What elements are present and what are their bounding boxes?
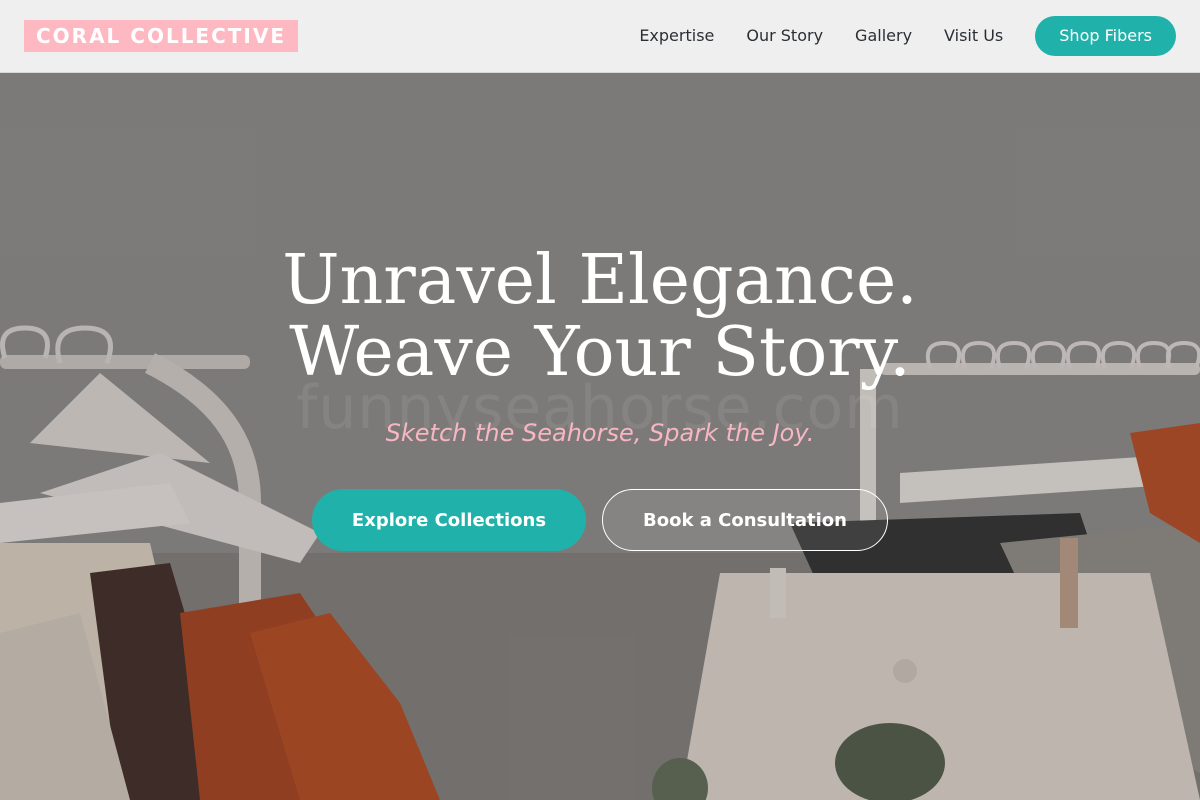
site-header: CORAL COLLECTIVE Expertise Our Story Gal… [0,0,1200,73]
hero-headline: Unravel Elegance. Weave Your Story. [0,245,1200,389]
explore-collections-button[interactable]: Explore Collections [312,489,586,551]
headline-line-1: Unravel Elegance. [282,241,918,320]
nav-link-our-story[interactable]: Our Story [746,16,823,56]
hero-tagline: Sketch the Seahorse, Spark the Joy. [385,419,815,447]
hero-section: funnyseahorse.com Unravel Elegance. Weav… [0,73,1200,800]
shop-fibers-button[interactable]: Shop Fibers [1035,16,1176,56]
hero-cta-row: Explore Collections Book a Consultation [0,489,1200,551]
headline-line-2: Weave Your Story. [289,313,911,392]
brand-logo[interactable]: CORAL COLLECTIVE [24,20,298,52]
nav-link-expertise[interactable]: Expertise [639,16,714,56]
hero-content: funnyseahorse.com Unravel Elegance. Weav… [0,73,1200,800]
main-nav: Expertise Our Story Gallery Visit Us Sho… [639,16,1176,56]
nav-link-gallery[interactable]: Gallery [855,16,912,56]
nav-link-visit-us[interactable]: Visit Us [944,16,1003,56]
book-consultation-button[interactable]: Book a Consultation [602,489,888,551]
